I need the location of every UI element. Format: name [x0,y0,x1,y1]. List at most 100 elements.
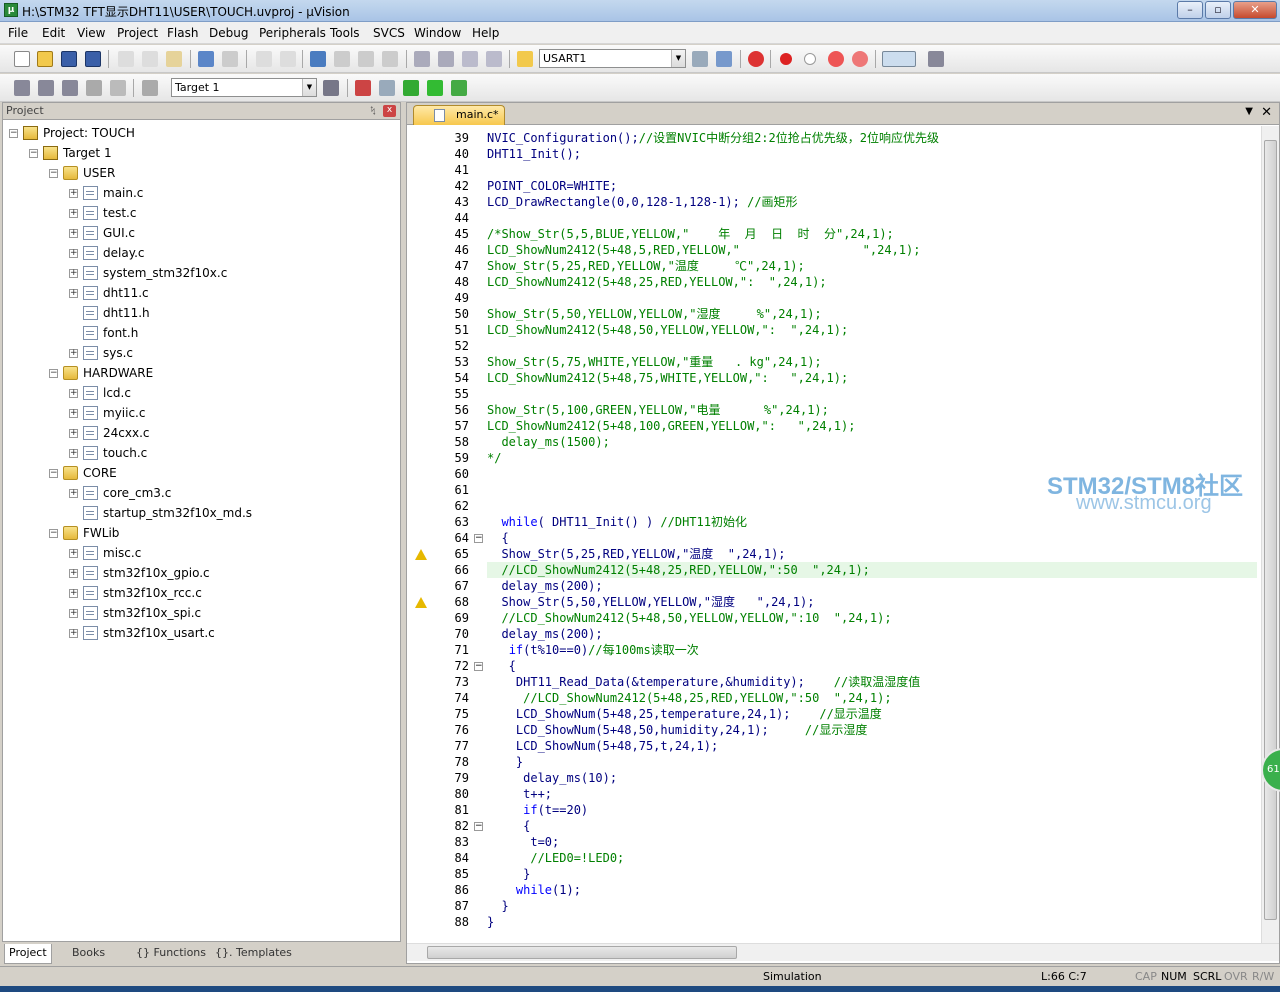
select-packs-icon[interactable] [379,80,395,96]
collapse-icon[interactable]: − [49,469,58,478]
code-line[interactable]: LCD_ShowNum(5+48,25,temperature,24,1); /… [487,706,1257,722]
close-tab-icon[interactable]: ✕ [1261,105,1272,120]
target-combo[interactable]: Target 1 ▼ [171,78,317,97]
code-line[interactable]: delay_ms(10); [487,770,1257,786]
code-line[interactable]: LCD_ShowNum2412(5+48,50,YELLOW,YELLOW,":… [487,322,1257,338]
tab-functions[interactable]: {} Functions [132,944,210,964]
expand-icon[interactable]: + [69,449,78,458]
expand-icon[interactable]: + [69,489,78,498]
find-combo-arrow-icon[interactable]: ▼ [671,50,685,67]
vertical-scroll-thumb[interactable] [1264,140,1277,920]
code-line[interactable] [487,338,1257,354]
windows-layout-icon[interactable] [882,51,916,67]
code-line[interactable]: while( DHT11_Init() ) //DHT11初始化 [487,514,1257,530]
expand-icon[interactable]: + [69,609,78,618]
code-line[interactable]: POINT_COLOR=WHITE; [487,178,1257,194]
code-line[interactable]: } [487,898,1257,914]
code-line[interactable]: //LED0=!LED0; [487,850,1257,866]
code-line[interactable]: if(t%10==0)//每100ms读取一次 [487,642,1257,658]
code-line[interactable]: LCD_ShowNum(5+48,75,t,24,1); [487,738,1257,754]
nav-forward-icon[interactable] [280,51,296,67]
collapse-icon[interactable]: − [29,149,38,158]
code-area[interactable]: NVIC_Configuration();//设置NVIC中断分组2:2位抢占优… [487,126,1257,943]
menu-edit[interactable]: Edit [42,26,65,40]
menu-help[interactable]: Help [472,26,499,40]
horizontal-scrollbar[interactable] [407,943,1279,961]
code-line[interactable]: delay_ms(200); [487,626,1257,642]
code-line[interactable] [487,210,1257,226]
expand-icon[interactable]: + [69,249,78,258]
expand-icon[interactable]: + [69,549,78,558]
code-line[interactable]: t++; [487,786,1257,802]
clear-breakpoints-icon[interactable] [828,51,844,67]
tab-books[interactable]: Books [68,944,109,964]
code-line[interactable]: LCD_ShowNum2412(5+48,75,WHITE,YELLOW,": … [487,370,1257,386]
translate-icon[interactable] [14,80,30,96]
redo-icon[interactable] [222,51,238,67]
tab-templates[interactable]: {}. Templates [211,944,296,964]
expand-icon[interactable]: + [69,389,78,398]
paste-icon[interactable] [166,51,182,67]
fold-toggle-icon[interactable]: − [474,534,483,543]
code-line[interactable]: LCD_ShowNum2412(5+48,25,RED,YELLOW,": ",… [487,274,1257,290]
cut-icon[interactable] [118,51,134,67]
expand-icon[interactable]: + [69,569,78,578]
expand-icon[interactable]: + [69,409,78,418]
comment-icon[interactable] [462,51,478,67]
incremental-find-icon[interactable] [692,51,708,67]
expand-icon[interactable]: + [69,189,78,198]
kill-breakpoints-icon[interactable] [852,51,868,67]
code-line[interactable]: t=0; [487,834,1257,850]
target-combo-arrow-icon[interactable]: ▼ [302,79,316,96]
code-line[interactable]: DHT11_Read_Data(&temperature,&humidity);… [487,674,1257,690]
open-folder-icon[interactable] [37,51,53,67]
find-replace-icon[interactable] [716,51,732,67]
expand-icon[interactable]: + [69,629,78,638]
expand-icon[interactable]: + [69,229,78,238]
build-icon[interactable] [38,80,54,96]
expand-icon[interactable]: + [69,349,78,358]
code-line[interactable]: { [487,818,1257,834]
code-line[interactable]: LCD_ShowNum2412(5+48,100,GREEN,YELLOW,":… [487,418,1257,434]
code-line[interactable]: //LCD_ShowNum2412(5+48,50,YELLOW,YELLOW,… [487,610,1257,626]
collapse-icon[interactable]: − [49,169,58,178]
menu-svcs[interactable]: SVCS [373,26,405,40]
uncomment-icon[interactable] [486,51,502,67]
code-line[interactable]: { [487,530,1257,546]
code-line[interactable]: */ [487,450,1257,466]
batch-build-icon[interactable] [86,80,102,96]
code-line[interactable]: //LCD_ShowNum2412(5+48,25,RED,YELLOW,":5… [487,562,1257,578]
horizontal-scroll-thumb[interactable] [427,946,737,959]
code-line[interactable]: delay_ms(1500); [487,434,1257,450]
expand-icon[interactable]: + [69,209,78,218]
breakpoint-icon[interactable] [780,53,792,65]
code-line[interactable]: DHT11_Init(); [487,146,1257,162]
close-panel-icon[interactable]: x [383,105,396,117]
code-line[interactable] [487,290,1257,306]
tab-main-c[interactable]: main.c* [413,105,505,125]
code-line[interactable]: Show_Str(5,75,WHITE,YELLOW,"重量 . kg",24,… [487,354,1257,370]
undo-icon[interactable] [198,51,214,67]
books-icon[interactable] [451,80,467,96]
find-in-files-icon[interactable] [517,51,533,67]
fold-toggle-icon[interactable]: − [474,662,483,671]
code-line[interactable] [487,386,1257,402]
tab-list-dropdown-icon[interactable]: ▼ [1245,106,1253,117]
expand-icon[interactable]: + [69,589,78,598]
code-line[interactable]: delay_ms(200); [487,578,1257,594]
collapse-icon[interactable]: − [49,369,58,378]
menu-debug[interactable]: Debug [209,26,248,40]
indent-icon[interactable] [414,51,430,67]
collapse-icon[interactable]: − [9,129,18,138]
bookmark-icon[interactable] [310,51,326,67]
code-line[interactable]: Show_Str(5,50,YELLOW,YELLOW,"湿度 ",24,1); [487,594,1257,610]
expand-icon[interactable]: + [69,289,78,298]
collapse-icon[interactable]: − [49,529,58,538]
code-line[interactable]: } [487,914,1257,930]
code-line[interactable]: } [487,754,1257,770]
code-line[interactable]: } [487,866,1257,882]
code-line[interactable]: Show_Str(5,25,RED,YELLOW,"温度 ",24,1); [487,546,1257,562]
code-line[interactable]: Show_Str(5,100,GREEN,YELLOW,"电量 %",24,1)… [487,402,1257,418]
save-icon[interactable] [61,51,77,67]
pack-installer-icon[interactable] [427,80,443,96]
